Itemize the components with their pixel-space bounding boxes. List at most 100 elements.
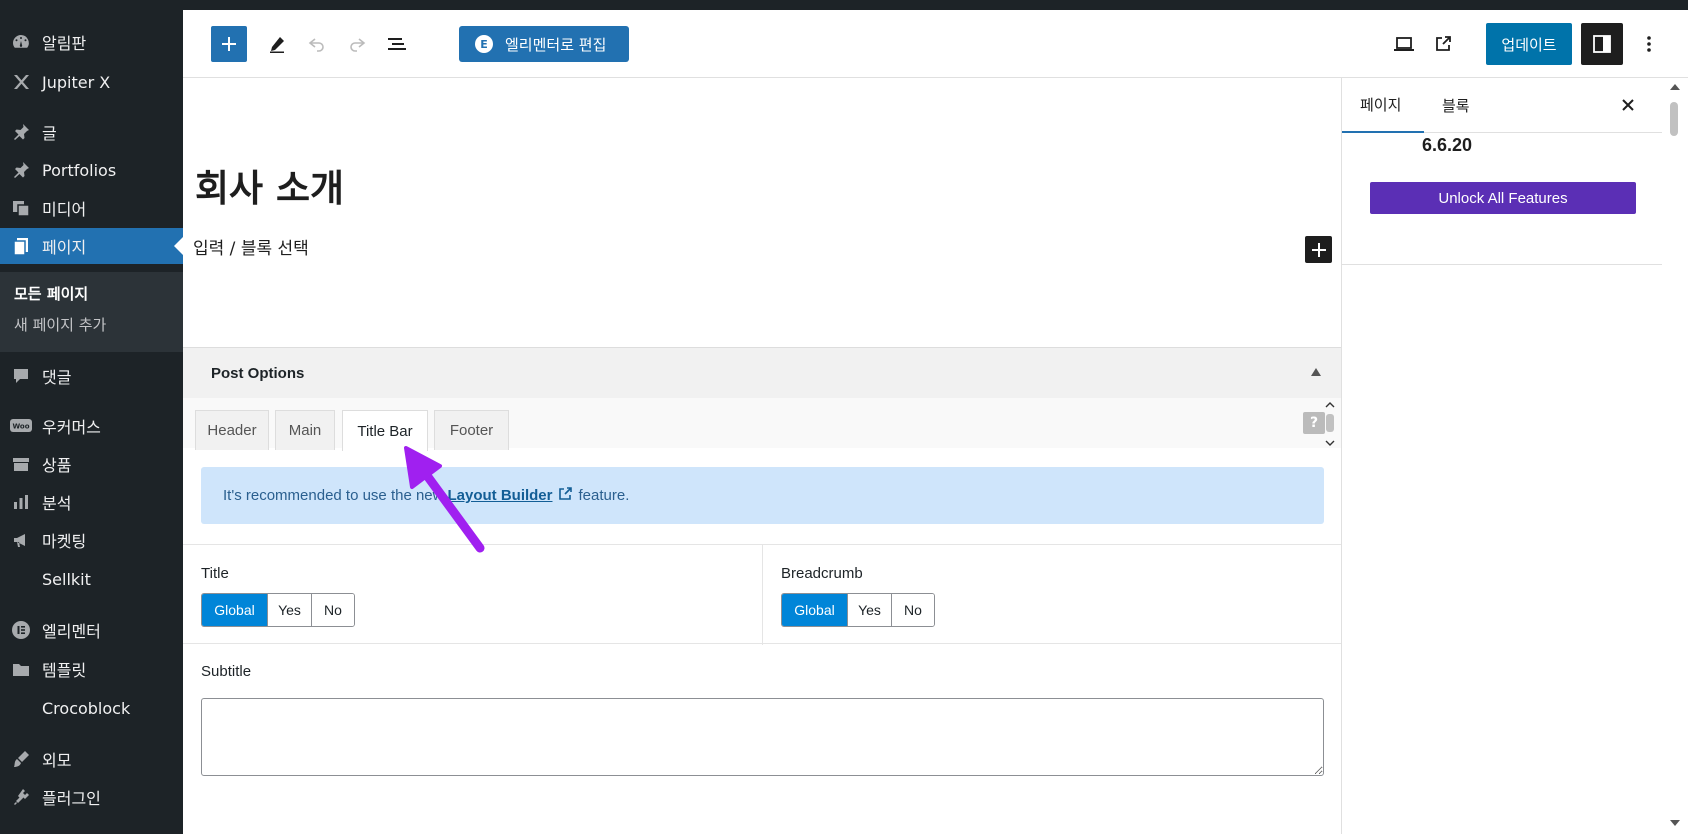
collapse-caret-icon[interactable] [1311, 368, 1321, 376]
breadcrumb-field: Breadcrumb Global Yes No [763, 545, 1341, 645]
tabs-scrollbar-thumb[interactable] [1326, 414, 1334, 432]
scroll-down-icon[interactable] [1670, 820, 1680, 826]
sidebar-item-marketing[interactable]: 마켓팅 [0, 522, 183, 558]
page-title[interactable]: 회사 소개 [195, 158, 344, 212]
tab-footer[interactable]: Footer [434, 410, 509, 450]
breadcrumb-field-label: Breadcrumb [781, 565, 863, 582]
sidebar-item-elementor[interactable]: 엘리멘터 [0, 612, 183, 648]
sidebar-item-appearance[interactable]: 외모 [0, 741, 183, 777]
sidebar-item-woocommerce[interactable]: Woo 우커머스 [0, 408, 183, 444]
brush-icon [10, 748, 32, 770]
sidebar-tabs: 페이지 블록 [1342, 78, 1663, 133]
sidebar-item-comments[interactable]: 댓글 [0, 358, 183, 394]
tab-title-bar[interactable]: Title Bar [342, 410, 428, 451]
layout-builder-link[interactable]: Layout Builder [447, 487, 552, 504]
pages-submenu: 모든 페이지 새 페이지 추가 [0, 272, 183, 352]
sidebar-icon [1593, 35, 1611, 53]
archive-icon [10, 453, 32, 475]
block-inserter-button[interactable] [211, 26, 247, 62]
woo-icon: Woo [10, 415, 32, 437]
settings-sidebar: 페이지 블록 6.6.20 Unlock All Features [1341, 78, 1663, 834]
sidebar-item-products[interactable]: 상품 [0, 446, 183, 482]
pin-icon [10, 121, 32, 143]
document-overview-button[interactable] [379, 26, 415, 62]
dashboard-icon [10, 31, 32, 53]
sidebar-item-label: 알림판 [42, 34, 87, 53]
sidebar-scrollbar-thumb[interactable] [1670, 102, 1678, 136]
tab-main[interactable]: Main [275, 410, 335, 450]
sidebar-item-label: Portfolios [42, 160, 117, 180]
sidebar-item-sellkit[interactable]: Sellkit [0, 561, 183, 597]
unlock-all-features-button[interactable]: Unlock All Features [1370, 182, 1636, 214]
sidebar-item-analytics[interactable]: 분석 [0, 484, 183, 520]
default-block-appender[interactable]: 입력 / 블록 선택 [193, 234, 309, 259]
tab-header[interactable]: Header [195, 410, 269, 450]
tab-block[interactable]: 블록 [1442, 78, 1492, 133]
scroll-up-icon[interactable] [1670, 84, 1680, 90]
sidebar-item-pages[interactable]: 페이지 [0, 228, 183, 264]
sidebar-scrollbar[interactable] [1662, 78, 1688, 834]
sidebar-item-label: 글 [42, 124, 57, 143]
chart-bar-icon [10, 491, 32, 513]
plus-icon [1311, 242, 1326, 257]
breadcrumb-option-yes[interactable]: Yes [848, 594, 892, 626]
help-icon[interactable]: ? [1303, 412, 1325, 434]
svg-text:Woo: Woo [12, 423, 29, 431]
notice-prefix: It's recommended to use the new [223, 487, 444, 504]
subtitle-textarea[interactable] [201, 698, 1324, 776]
sidebar-item-label: Jupiter X [42, 72, 111, 92]
edit-with-elementor-label: 엘리멘터로 편집 [505, 35, 607, 54]
tools-button[interactable] [259, 26, 295, 62]
sidebar-item-portfolios[interactable]: Portfolios [0, 152, 183, 188]
sidebar-item-label: 마켓팅 [42, 532, 87, 551]
external-link-icon [557, 486, 573, 506]
tabs-scrollbar[interactable] [1324, 400, 1336, 448]
comment-icon [10, 365, 32, 387]
breadcrumb-option-no[interactable]: No [892, 594, 934, 626]
plugin-icon [10, 786, 32, 808]
update-button[interactable]: 업데이트 [1486, 23, 1572, 65]
submenu-add-new-page[interactable]: 새 페이지 추가 [14, 314, 106, 335]
sidebar-item-jupiter-x[interactable]: Jupiter X [0, 64, 183, 100]
undo-button[interactable] [299, 26, 335, 62]
submenu-all-pages[interactable]: 모든 페이지 [14, 283, 88, 304]
sidebar-item-crocoblock[interactable]: Crocoblock [0, 690, 183, 726]
title-field: Title Global Yes No [183, 545, 763, 645]
sidebar-divider [1342, 264, 1663, 265]
inline-inserter-button[interactable] [1305, 236, 1332, 263]
layout-builder-notice: It's recommended to use the new Layout B… [201, 467, 1324, 524]
editor-canvas: 회사 소개 입력 / 블록 선택 [183, 78, 1341, 348]
metabox-header[interactable]: Post Options [183, 348, 1341, 398]
sidebar-item-plugins[interactable]: 플러그인 [0, 779, 183, 815]
sidebar-item-label: Crocoblock [42, 698, 131, 718]
settings-sidebar-toggle[interactable] [1581, 23, 1623, 65]
options-menu-button[interactable] [1631, 26, 1667, 62]
preview-button[interactable] [1386, 26, 1422, 62]
external-link-icon [1436, 36, 1451, 51]
sidebar-item-label: 템플릿 [42, 661, 87, 680]
megaphone-icon [10, 529, 32, 551]
redo-button[interactable] [339, 26, 375, 62]
jupiter-x-icon [10, 71, 32, 93]
edit-with-elementor-button[interactable]: E 엘리멘터로 편집 [459, 26, 629, 62]
sidebar-item-posts[interactable]: 글 [0, 114, 183, 150]
breadcrumb-option-global[interactable]: Global [782, 594, 848, 626]
post-options-metabox: Post Options Header Main Title Bar Foote… [183, 347, 1341, 834]
title-field-label: Title [201, 565, 229, 582]
sidebar-item-templates[interactable]: 템플릿 [0, 651, 183, 687]
breadcrumb-toggle-group: Global Yes No [781, 593, 935, 627]
title-option-global[interactable]: Global [202, 594, 268, 626]
tab-page[interactable]: 페이지 [1342, 78, 1424, 133]
sidebar-item-label: 우커머스 [42, 418, 101, 437]
sidebar-item-media[interactable]: 미디어 [0, 190, 183, 226]
crocoblock-icon [10, 697, 32, 719]
sidebar-item-label: 상품 [42, 456, 72, 475]
view-page-button[interactable] [1425, 26, 1461, 62]
editor-toolbar: E 엘리멘터로 편집 업데이트 [183, 10, 1688, 78]
admin-sidebar: 알림판 Jupiter X 글 Portfolios 미디어 페이지 모든 페이… [0, 10, 183, 834]
close-sidebar-button[interactable] [1617, 94, 1639, 116]
sidebar-item-label: 외모 [42, 751, 72, 770]
title-option-yes[interactable]: Yes [268, 594, 312, 626]
title-option-no[interactable]: No [312, 594, 354, 626]
sidebar-item-dashboard[interactable]: 알림판 [0, 24, 183, 60]
